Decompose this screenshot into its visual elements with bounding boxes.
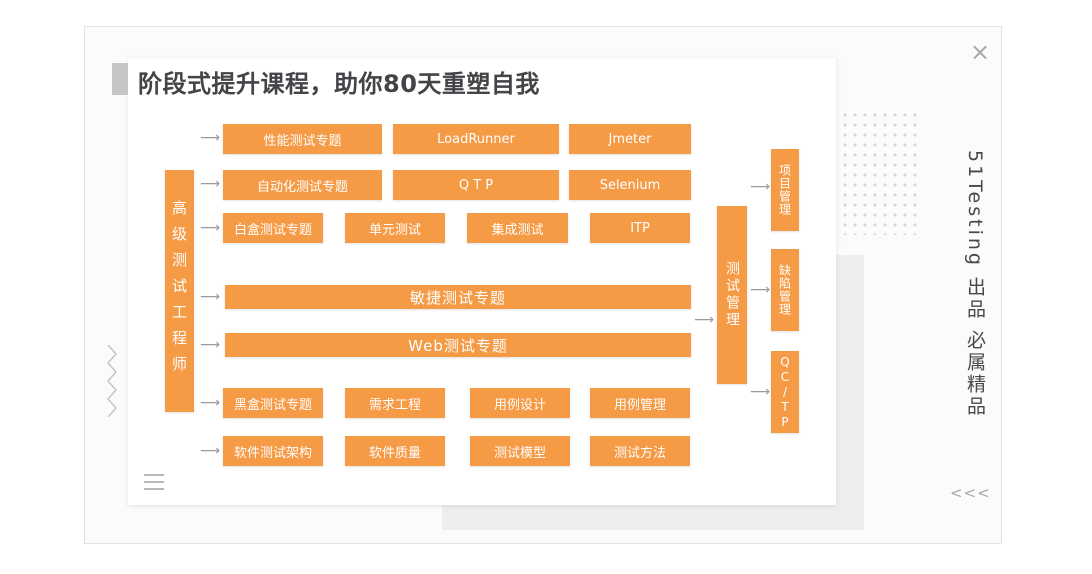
arrow-right-icon: ⟶ xyxy=(200,176,221,192)
topic-box: 用例管理 xyxy=(590,388,690,418)
title-accent-bar xyxy=(112,63,128,95)
topic-box: 单元测试 xyxy=(345,213,445,243)
topic-box: 自动化测试专题 xyxy=(223,170,382,200)
topic-box-wide: 敏捷测试专题 xyxy=(225,285,691,309)
arrow-right-icon: ⟶ xyxy=(750,179,771,195)
arrow-right-icon: ⟶ xyxy=(750,282,771,298)
topic-box: 性能测试专题 xyxy=(223,124,382,154)
project-management-box: 项目管理 xyxy=(771,149,799,231)
topic-box: 测试方法 xyxy=(590,436,690,466)
arrow-right-icon: ⟶ xyxy=(200,443,221,459)
arrow-right-icon: ⟶ xyxy=(200,289,221,305)
arrow-right-icon: ⟶ xyxy=(750,384,771,400)
topic-box: Q T P xyxy=(393,170,559,200)
topic-box: ITP xyxy=(590,213,690,243)
topic-box: 黑盒测试专题 xyxy=(223,388,323,418)
qc-tp-box: QC/TP xyxy=(771,351,799,433)
topic-box: 测试模型 xyxy=(470,436,570,466)
arrow-right-icon: ⟶ xyxy=(200,220,221,236)
arrow-right-icon: ⟶ xyxy=(200,395,221,411)
chevrons-left-icon[interactable]: <<< xyxy=(950,484,991,502)
topic-box: Jmeter xyxy=(569,124,691,154)
menu-icon[interactable] xyxy=(144,474,164,495)
zigzag-decoration xyxy=(107,345,117,417)
brand-text: 51Testing 出品 xyxy=(964,150,986,322)
topic-box: 集成测试 xyxy=(467,213,568,243)
dot-pattern xyxy=(840,110,918,235)
arrow-right-icon: ⟶ xyxy=(694,312,715,328)
close-icon[interactable]: × xyxy=(970,40,990,64)
topic-box: 用例设计 xyxy=(470,388,570,418)
topic-box-wide: Web测试专题 xyxy=(225,333,691,357)
topic-box: LoadRunner xyxy=(393,124,559,154)
topic-box: 软件质量 xyxy=(345,436,445,466)
test-management-box: 测试管理 xyxy=(717,206,747,384)
tagline-text: 必属精品 xyxy=(964,330,986,418)
topic-box: 需求工程 xyxy=(345,388,445,418)
topic-box: 白盒测试专题 xyxy=(223,213,323,243)
topic-box: Selenium xyxy=(569,170,691,200)
arrow-right-icon: ⟶ xyxy=(200,337,221,353)
defect-management-box: 缺陷管理 xyxy=(771,249,799,331)
topic-box: 软件测试架构 xyxy=(223,436,323,466)
senior-test-engineer-box: 高级测试工程师 xyxy=(165,170,194,412)
arrow-right-icon: ⟶ xyxy=(200,130,221,146)
page-title: 阶段式提升课程，助你80天重塑自我 xyxy=(138,70,540,98)
